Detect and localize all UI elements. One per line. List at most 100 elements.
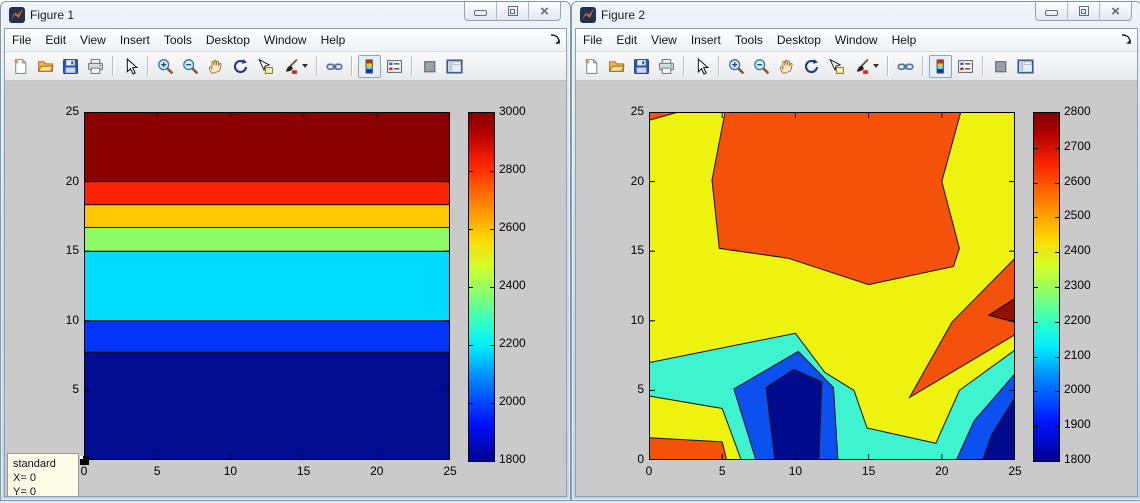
datatip-series: standard	[13, 457, 73, 471]
contour-plot[interactable]	[84, 112, 450, 460]
menu-view[interactable]: View	[73, 30, 113, 50]
colorbar-tick	[1034, 183, 1038, 184]
datatip-marker[interactable]	[80, 456, 89, 465]
menu-insert[interactable]: Insert	[684, 30, 728, 50]
contour-band	[84, 205, 450, 228]
menu-edit[interactable]: Edit	[38, 30, 73, 50]
titlebar[interactable]: Figure 1 ×	[1, 2, 570, 28]
menu-help[interactable]: Help	[885, 30, 924, 50]
y-tick-label: 15	[51, 243, 79, 257]
minimize-button[interactable]	[1036, 2, 1068, 20]
toolbar-separator	[982, 56, 984, 76]
print-figure-icon	[87, 58, 104, 75]
menu-view[interactable]: View	[644, 30, 684, 50]
insert-legend-button[interactable]	[383, 55, 406, 78]
x-tick-label: 10	[782, 464, 808, 478]
x-tick-label: 25	[1002, 464, 1028, 478]
rotate-3d-icon	[232, 58, 249, 75]
menu-insert[interactable]: Insert	[113, 30, 157, 50]
y-tick-label: 0	[616, 452, 644, 466]
zoom-in-button[interactable]	[725, 55, 748, 78]
open-file-button[interactable]	[34, 55, 57, 78]
menu-window[interactable]: Window	[828, 30, 885, 50]
brush-button[interactable]	[279, 55, 311, 78]
contour-band	[84, 251, 450, 321]
colorbar-tick	[490, 171, 494, 172]
figure1-window: Figure 1 × FileEditViewInsertToolsDeskto…	[0, 1, 571, 501]
colorbar-tick	[469, 403, 473, 404]
zoom-out-button[interactable]	[750, 55, 773, 78]
y-tick-label: 15	[616, 243, 644, 257]
new-figure-button[interactable]	[580, 55, 603, 78]
menu-file[interactable]: File	[576, 30, 609, 50]
matlab-logo-icon	[580, 7, 596, 23]
print-figure-button[interactable]	[655, 55, 678, 78]
rotate-3d-button[interactable]	[229, 55, 252, 78]
new-figure-button[interactable]	[9, 55, 32, 78]
menu-file[interactable]: File	[5, 30, 38, 50]
colorbar-tick	[1055, 183, 1059, 184]
brush-dropdown-caret[interactable]	[873, 64, 879, 68]
edit-plot-button[interactable]	[119, 55, 142, 78]
colorbar-tick	[1055, 357, 1059, 358]
close-button[interactable]: ×	[1100, 2, 1131, 20]
maximize-button[interactable]	[497, 2, 529, 20]
pan-button[interactable]	[775, 55, 798, 78]
link-plot-button[interactable]	[323, 55, 346, 78]
rotate-3d-button[interactable]	[800, 55, 823, 78]
y-tick-label: 5	[51, 382, 79, 396]
minimize-button[interactable]	[465, 2, 497, 20]
menu-desktop[interactable]: Desktop	[199, 30, 257, 50]
zoom-out-button[interactable]	[179, 55, 202, 78]
show-plot-tools-button[interactable]	[1014, 55, 1037, 78]
hide-plot-tools-button[interactable]	[418, 55, 441, 78]
menu-window[interactable]: Window	[257, 30, 314, 50]
brush-button[interactable]	[850, 55, 882, 78]
menubar: FileEditViewInsertToolsDesktopWindowHelp	[576, 29, 1137, 52]
insert-colorbar-button[interactable]	[358, 55, 381, 78]
datatip[interactable]: standard X= 0 Y= 0	[7, 453, 79, 496]
show-plot-tools-button[interactable]	[443, 55, 466, 78]
open-file-button[interactable]	[605, 55, 628, 78]
contour-band	[84, 321, 450, 352]
print-figure-button[interactable]	[84, 55, 107, 78]
window-body: FileEditViewInsertToolsDesktopWindowHelp…	[575, 28, 1138, 497]
window-title: Figure 2	[601, 8, 645, 22]
colorbar-tick	[1034, 391, 1038, 392]
menu-desktop[interactable]: Desktop	[770, 30, 828, 50]
x-tick-label: 5	[144, 464, 170, 478]
data-cursor-button[interactable]	[254, 55, 277, 78]
pan-icon	[778, 58, 795, 75]
window-controls: ×	[1035, 2, 1132, 21]
menu-help[interactable]: Help	[314, 30, 353, 50]
insert-legend-button[interactable]	[954, 55, 977, 78]
toolbar-separator	[351, 56, 353, 76]
pan-button[interactable]	[204, 55, 227, 78]
colorbar-tick-label: 2600	[499, 220, 526, 234]
close-button[interactable]: ×	[529, 2, 560, 20]
y-tick-label: 10	[616, 313, 644, 327]
menu-tools[interactable]: Tools	[728, 30, 770, 50]
colorbar-tick	[469, 287, 473, 288]
edit-plot-button[interactable]	[690, 55, 713, 78]
brush-dropdown-caret[interactable]	[302, 64, 308, 68]
dock-figure-button[interactable]	[549, 33, 562, 46]
save-figure-button[interactable]	[59, 55, 82, 78]
datatip-y-value: Y= 0	[13, 485, 73, 496]
menu-tools[interactable]: Tools	[157, 30, 199, 50]
save-figure-button[interactable]	[630, 55, 653, 78]
contour-plot[interactable]	[649, 112, 1015, 460]
edit-plot-icon	[693, 58, 710, 75]
colorbar-tick	[1034, 252, 1038, 253]
zoom-in-button[interactable]	[154, 55, 177, 78]
titlebar[interactable]: Figure 2 ×	[572, 2, 1140, 28]
zoom-out-icon	[753, 58, 770, 75]
link-plot-button[interactable]	[894, 55, 917, 78]
maximize-button[interactable]	[1068, 2, 1100, 20]
insert-colorbar-button[interactable]	[929, 55, 952, 78]
menu-edit[interactable]: Edit	[609, 30, 644, 50]
dock-figure-button[interactable]	[1120, 33, 1133, 46]
data-cursor-button[interactable]	[825, 55, 848, 78]
x-tick-label: 25	[437, 464, 463, 478]
hide-plot-tools-button[interactable]	[989, 55, 1012, 78]
